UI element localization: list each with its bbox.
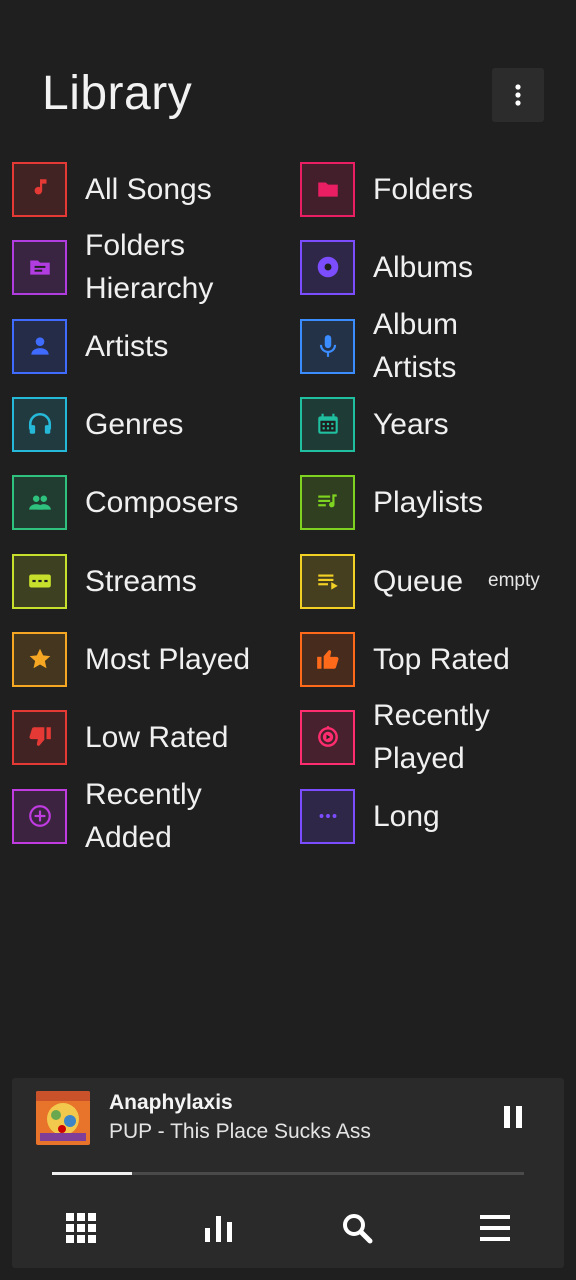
- thumb-up-icon: [316, 650, 339, 669]
- library-item-label: Albums: [373, 250, 474, 284]
- star-icon: [29, 648, 50, 669]
- thumb-up-tile: [300, 631, 355, 687]
- person-tile: [12, 318, 67, 374]
- library-item-folders[interactable]: Folders: [300, 150, 570, 228]
- library-item-most-played[interactable]: Most Played: [12, 620, 282, 698]
- album-tile: [300, 239, 355, 295]
- library-item-label: Low Rated: [85, 720, 229, 754]
- thumb-down-icon: [28, 727, 51, 746]
- group-tile: [12, 474, 67, 530]
- stream-tile: [12, 553, 67, 609]
- calendar-tile: [300, 396, 355, 452]
- headphones-tile: [12, 396, 67, 452]
- library-item-album-artists[interactable]: Album Artists: [300, 307, 570, 385]
- thumb-down-tile: [12, 709, 67, 765]
- library-item-label: Composers: [85, 485, 239, 519]
- library-item-label: Streams: [85, 564, 197, 598]
- progress-fill: [52, 1172, 133, 1175]
- library-item-recently-played[interactable]: Recently Played: [300, 698, 570, 776]
- library-item-label: Top Rated: [373, 642, 510, 676]
- library-item-label: Folders Hierarchy: [85, 229, 214, 305]
- folder-tree-tile: [12, 239, 67, 295]
- library-item-folders-hierarchy[interactable]: Folders Hierarchy: [12, 228, 282, 306]
- search-icon: [343, 1214, 373, 1244]
- library-item-label: Long: [373, 799, 440, 833]
- grid-icon: [66, 1213, 96, 1243]
- page-title: Library: [42, 67, 193, 120]
- library-item-label: Most Played: [85, 642, 251, 676]
- stream-icon: [28, 574, 51, 588]
- library-item-label: Years: [373, 407, 449, 441]
- library-item-streams[interactable]: Streams: [12, 542, 282, 620]
- group-icon: [28, 495, 51, 510]
- nav-search-button[interactable]: [327, 1200, 387, 1256]
- bottom-nav: [12, 1200, 564, 1256]
- library-item-label: Playlists: [373, 485, 484, 519]
- now-playing-title: Anaphylaxis: [109, 1091, 233, 1114]
- folder-tile: [300, 161, 355, 217]
- star-tile: [12, 631, 67, 687]
- library-item-label: All Songs: [85, 172, 212, 206]
- queue-tile: [300, 553, 355, 609]
- library-item-label: Album Artists: [373, 308, 459, 384]
- playlist-tile: [300, 474, 355, 530]
- library-item-queue[interactable]: Queue empty: [300, 542, 570, 620]
- library-item-playlists[interactable]: Playlists: [300, 463, 570, 541]
- library-item-label: Folders: [373, 172, 474, 206]
- recent-play-tile: [300, 709, 355, 765]
- playlist-icon: [317, 494, 337, 508]
- more-vert-icon: [515, 84, 521, 106]
- pause-icon: [504, 1106, 522, 1128]
- nav-equalizer-button[interactable]: [189, 1200, 249, 1256]
- queue-icon: [317, 574, 338, 590]
- library-item-genres[interactable]: Genres: [12, 385, 282, 463]
- mic-tile: [300, 318, 355, 374]
- more-options-button[interactable]: [492, 68, 544, 122]
- mic-icon: [319, 335, 336, 357]
- library-item-top-rated[interactable]: Top Rated: [300, 620, 570, 698]
- library-item-composers[interactable]: Composers: [12, 463, 282, 541]
- more-horiz-icon: [319, 814, 336, 818]
- equalizer-icon: [205, 1216, 232, 1242]
- album-art[interactable]: [36, 1091, 90, 1145]
- library-item-label: Recently Added: [85, 778, 202, 854]
- library-item-albums[interactable]: Albums: [300, 228, 570, 306]
- album-icon: [317, 256, 338, 278]
- more-horiz-tile: [300, 788, 355, 844]
- library-item-low-rated[interactable]: Low Rated: [12, 698, 282, 776]
- now-playing-artist: PUP - This Place Sucks Ass: [109, 1120, 371, 1143]
- library-item-all-songs[interactable]: All Songs: [12, 150, 282, 228]
- add-circle-icon: [28, 805, 51, 827]
- library-item-label: Artists: [85, 329, 169, 363]
- nav-menu-button[interactable]: [465, 1200, 525, 1256]
- pause-button[interactable]: [498, 1102, 528, 1132]
- library-item-recently-added[interactable]: Recently Added: [12, 777, 282, 855]
- library-item-label: Recently Played: [373, 699, 490, 775]
- headphones-icon: [28, 412, 51, 434]
- library-item-artists[interactable]: Artists: [12, 307, 282, 385]
- playback-progress[interactable]: [52, 1172, 524, 1175]
- folder-tree-icon: [29, 260, 50, 275]
- music-note-icon: [34, 179, 46, 195]
- folder-icon: [317, 182, 338, 197]
- library-item-label: Genres: [85, 407, 184, 441]
- music-note-tile: [12, 161, 67, 217]
- library-item-long[interactable]: Long: [300, 777, 570, 855]
- queue-status: empty: [488, 570, 540, 591]
- calendar-icon: [317, 413, 338, 434]
- menu-icon: [480, 1215, 510, 1241]
- library-item-years[interactable]: Years: [300, 385, 570, 463]
- person-icon: [30, 337, 49, 355]
- add-circle-tile: [12, 788, 67, 844]
- nav-library-button[interactable]: [51, 1200, 111, 1256]
- recent-play-icon: [317, 726, 338, 747]
- mini-player[interactable]: Anaphylaxis PUP - This Place Sucks Ass: [12, 1078, 564, 1268]
